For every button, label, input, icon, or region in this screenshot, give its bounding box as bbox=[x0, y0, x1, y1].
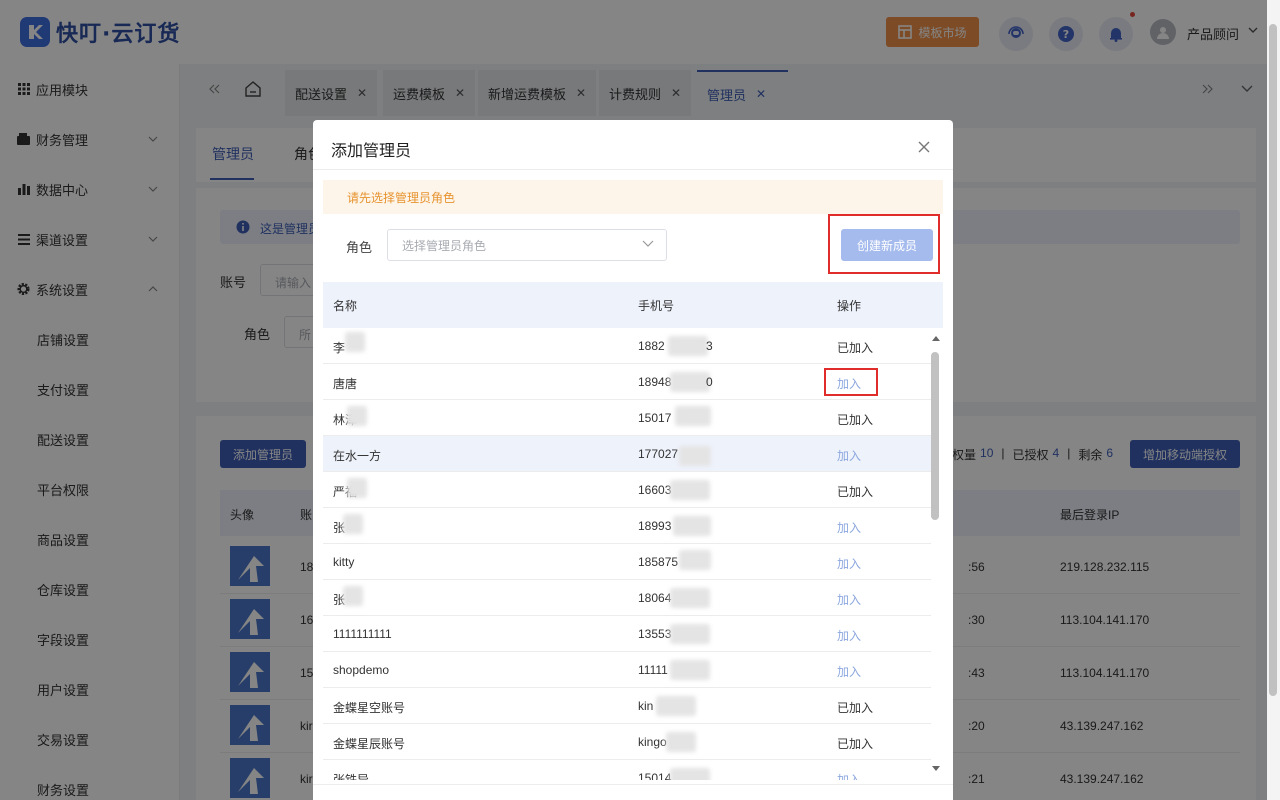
member-name: 在水一方 bbox=[333, 449, 382, 463]
role-label: 角色 bbox=[346, 240, 373, 255]
redacted-block bbox=[347, 406, 367, 426]
member-name: shopdemo bbox=[333, 663, 390, 677]
table-row: 张 18993 加入 bbox=[323, 508, 931, 544]
col-name: 名称 bbox=[333, 299, 358, 313]
scroll-down-arrow-icon[interactable] bbox=[931, 765, 941, 773]
highlight-box bbox=[828, 214, 940, 274]
member-phone: kingo bbox=[638, 735, 667, 749]
redacted-block bbox=[670, 588, 710, 608]
close-icon[interactable] bbox=[917, 140, 931, 154]
member-join-link[interactable]: 加入 bbox=[837, 555, 861, 572]
dialog-scrollbar-thumb[interactable] bbox=[931, 352, 939, 520]
redacted-block bbox=[670, 624, 710, 644]
redacted-block bbox=[668, 336, 708, 356]
redacted-block bbox=[673, 516, 711, 536]
member-phone: 185875 bbox=[638, 555, 679, 569]
redacted-block bbox=[343, 586, 363, 606]
dialog-title: 添加管理员 bbox=[331, 143, 412, 160]
redacted-block bbox=[670, 480, 710, 500]
member-name: 张铁异 bbox=[333, 773, 370, 780]
member-phone-tail: 0 bbox=[706, 375, 713, 389]
member-phone-tail: 3 bbox=[706, 339, 713, 353]
redacted-block bbox=[345, 332, 365, 352]
member-join-link[interactable]: 加入 bbox=[837, 771, 861, 780]
table-row: 张铁异 15014 加入 bbox=[323, 760, 931, 780]
table-row: 林泽 15017 已加入 bbox=[323, 400, 931, 436]
member-name: 金蝶星空账号 bbox=[333, 701, 406, 715]
redacted-block bbox=[656, 696, 696, 716]
role-select[interactable]: 选择管理员角色 bbox=[387, 229, 667, 261]
redacted-block bbox=[343, 514, 363, 534]
redacted-block bbox=[679, 550, 711, 570]
redacted-block bbox=[347, 478, 367, 498]
member-join-link[interactable]: 加入 bbox=[837, 663, 861, 680]
col-action: 操作 bbox=[837, 299, 862, 313]
redacted-block bbox=[670, 768, 710, 780]
table-row: 李 1882 3 已加入 bbox=[323, 328, 931, 364]
redacted-block bbox=[675, 406, 711, 426]
table-row: kitty 185875 加入 bbox=[323, 544, 931, 580]
member-phone: 1882 bbox=[638, 339, 665, 353]
add-admin-dialog: 添加管理员 请先选择管理员角色 角色 选择管理员角色 创建新成员 名称 手机号 … bbox=[313, 120, 953, 800]
member-action-joined: 已加入 bbox=[837, 485, 874, 499]
member-phone: 15017 bbox=[638, 411, 672, 425]
col-phone: 手机号 bbox=[638, 299, 675, 313]
table-row: 张 18064 加入 bbox=[323, 580, 931, 616]
redacted-block bbox=[666, 732, 696, 752]
warning-text: 请先选择管理员角色 bbox=[347, 190, 456, 205]
member-name: 唐唐 bbox=[333, 377, 358, 391]
member-phone: 13553 bbox=[638, 627, 672, 641]
table-row: 金蝶星空账号 kin 已加入 bbox=[323, 688, 931, 724]
member-name: kitty bbox=[333, 555, 355, 569]
table-row: 金蝶星辰账号 kingo 已加入 bbox=[323, 724, 931, 760]
table-row: 严福 16603 已加入 bbox=[323, 472, 931, 508]
member-action-joined: 已加入 bbox=[837, 341, 874, 355]
member-phone: 16603 bbox=[638, 483, 672, 497]
member-phone: kin bbox=[638, 699, 654, 713]
role-select-placeholder: 选择管理员角色 bbox=[402, 238, 487, 253]
member-table-header: 名称 手机号 操作 bbox=[323, 282, 943, 328]
highlight-box bbox=[824, 368, 878, 396]
redacted-block bbox=[679, 446, 711, 466]
table-row: shopdemo 11111 加入 bbox=[323, 652, 931, 688]
member-phone: 18064 bbox=[638, 591, 672, 605]
warning-banner: 请先选择管理员角色 bbox=[323, 180, 943, 214]
redacted-block bbox=[670, 660, 710, 680]
member-phone: 11111 bbox=[638, 663, 668, 677]
member-join-link[interactable]: 加入 bbox=[837, 519, 861, 536]
member-name: 1111111111 bbox=[333, 627, 392, 641]
member-phone: 177027 bbox=[638, 447, 679, 461]
scroll-up-arrow-icon[interactable] bbox=[931, 334, 941, 342]
member-action-joined: 已加入 bbox=[837, 413, 874, 427]
chevron-down-icon bbox=[642, 240, 654, 247]
member-join-link[interactable]: 加入 bbox=[837, 447, 861, 464]
table-row: 在水一方 177027 加入 bbox=[323, 436, 931, 472]
member-phone: 18993 bbox=[638, 519, 672, 533]
member-phone: 18948 bbox=[638, 375, 672, 389]
member-name: 李 bbox=[333, 341, 346, 355]
table-row: 1111111111 13553 加入 bbox=[323, 616, 931, 652]
member-name: 金蝶星辰账号 bbox=[333, 737, 406, 751]
redacted-block bbox=[670, 372, 710, 392]
member-join-link[interactable]: 加入 bbox=[837, 627, 861, 644]
member-phone: 15014 bbox=[638, 771, 672, 780]
member-action-joined: 已加入 bbox=[837, 737, 874, 751]
divider bbox=[313, 784, 953, 785]
member-join-link[interactable]: 加入 bbox=[837, 591, 861, 608]
member-action-joined: 已加入 bbox=[837, 701, 874, 715]
page-scrollbar-thumb[interactable] bbox=[1269, 24, 1277, 696]
divider bbox=[313, 169, 953, 170]
